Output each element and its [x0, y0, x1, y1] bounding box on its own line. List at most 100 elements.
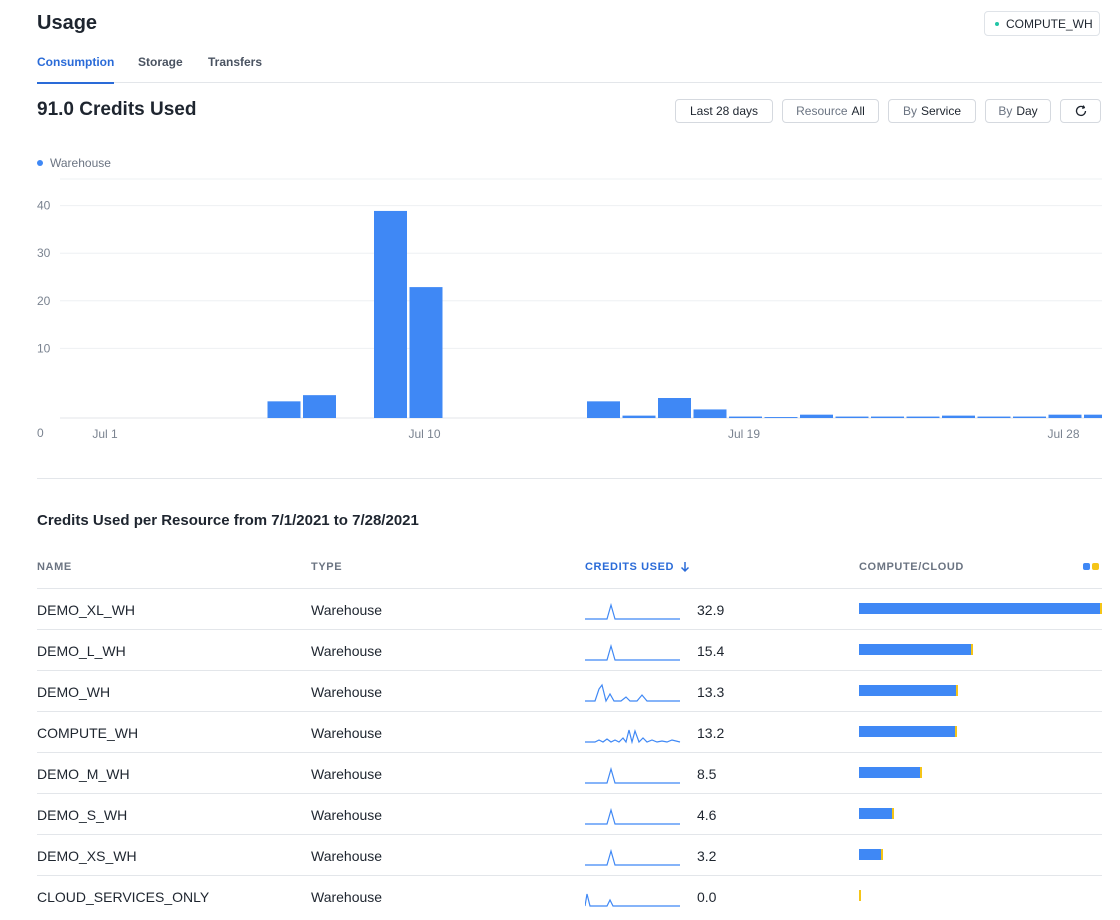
column-header-name[interactable]: NAME [37, 561, 72, 573]
table-row[interactable]: CLOUD_SERVICES_ONLY Warehouse 0.0 [37, 875, 1102, 916]
tab-consumption[interactable]: Consumption [37, 55, 115, 84]
table-row[interactable]: COMPUTE_WH Warehouse 13.2 [37, 711, 1102, 752]
credits-bar-chart: 01020304050Jul 1Jul 10Jul 19Jul 28 [37, 178, 1102, 441]
chart-bar [622, 415, 656, 418]
cloud-bar [892, 808, 894, 819]
credits-value: 8.5 [697, 766, 717, 782]
chart-bar [693, 409, 727, 418]
resource-type: Warehouse [311, 643, 383, 659]
sparkline-path [585, 893, 680, 907]
chart-bar [587, 401, 620, 418]
credits-sparkline [585, 643, 680, 661]
resource-name: DEMO_XL_WH [37, 602, 136, 618]
group-by-button[interactable]: By Service [888, 99, 976, 123]
cloud-bar [920, 767, 922, 778]
credits-value: 32.9 [697, 602, 725, 618]
chart-bar [835, 416, 869, 418]
x-tick-label: Jul 19 [728, 427, 760, 441]
credits-value: 4.6 [697, 807, 717, 823]
credits-sparkline [585, 683, 680, 703]
resource-name: DEMO_WH [37, 684, 111, 700]
column-header-compute-cloud[interactable]: COMPUTE/CLOUD [859, 561, 964, 573]
warehouse-selector-label: COMPUTE_WH [1006, 16, 1093, 31]
cloud-swatch [1092, 563, 1099, 570]
credits-sparkline [585, 729, 681, 745]
compute-bar [859, 767, 921, 778]
legend-label-warehouse: Warehouse [50, 156, 111, 170]
resource-name: DEMO_L_WH [37, 643, 126, 659]
credits-value: 0.0 [697, 889, 717, 905]
section-divider [37, 478, 1102, 479]
resource-name: DEMO_XS_WH [37, 848, 137, 864]
resource-type: Warehouse [311, 725, 383, 741]
chart-bar [1084, 414, 1102, 418]
y-tick-label: 0 [37, 426, 44, 440]
resource-filter-label: Resource [796, 104, 848, 118]
table-title: Credits Used per Resource from 7/1/2021 … [37, 512, 419, 529]
status-dot-icon [995, 21, 999, 26]
column-header-type[interactable]: TYPE [311, 561, 342, 573]
chart-bar [764, 417, 798, 418]
chart-bar [977, 416, 1011, 418]
cloud-bar [971, 644, 973, 655]
compute-bar [859, 808, 893, 819]
tab-transfers[interactable]: Transfers [208, 55, 262, 83]
resource-name: DEMO_M_WH [37, 766, 130, 782]
sparkline-path [585, 643, 680, 661]
table-row[interactable]: DEMO_S_WH Warehouse 4.6 [37, 793, 1102, 834]
cloud-bar [881, 849, 883, 860]
resource-name: COMPUTE_WH [37, 725, 139, 741]
sparkline-path [585, 602, 680, 620]
table-row[interactable]: DEMO_M_WH Warehouse 8.5 [37, 752, 1102, 793]
resource-type: Warehouse [311, 889, 383, 905]
resource-type: Warehouse [311, 766, 383, 782]
y-tick-label: 30 [37, 246, 51, 260]
resource-filter-value: All [851, 104, 865, 118]
table-row[interactable]: DEMO_XL_WH Warehouse 32.9 [37, 588, 1102, 629]
table-row[interactable]: DEMO_WH Warehouse 13.3 [37, 670, 1102, 711]
resource-filter-button[interactable]: Resource All [782, 99, 879, 123]
compute-swatch [1083, 563, 1090, 570]
table-row[interactable]: DEMO_XS_WH Warehouse 3.2 [37, 834, 1102, 875]
column-header-credits-label: CREDITS USED [585, 561, 675, 573]
column-header-credits[interactable]: CREDITS USED [585, 561, 690, 573]
sparkline-path [585, 807, 680, 825]
x-tick-label: Jul 10 [408, 427, 440, 441]
warehouse-selector[interactable]: COMPUTE_WH [984, 11, 1100, 36]
sparkline-path [585, 683, 680, 703]
interval-button[interactable]: By Day [985, 99, 1051, 123]
y-tick-label: 10 [37, 341, 51, 355]
credits-sparkline [585, 807, 680, 825]
compute-bar [859, 726, 956, 737]
chart-bar [1013, 416, 1046, 418]
resource-type: Warehouse [311, 684, 383, 700]
x-tick-label: Jul 1 [92, 427, 118, 441]
chart-bar [871, 416, 904, 418]
group-by-label: By [902, 104, 917, 118]
resource-name: CLOUD_SERVICES_ONLY [37, 889, 210, 905]
interval-label: By [998, 104, 1013, 118]
interval-value: Day [1016, 104, 1038, 118]
compute-bar [859, 685, 957, 696]
legend-swatch-warehouse [37, 160, 43, 166]
y-tick-label: 40 [37, 199, 51, 213]
credits-value: 13.3 [697, 684, 725, 700]
compute-cloud-legend [1083, 563, 1101, 570]
chart-bar [1048, 414, 1082, 418]
compute-bar [859, 603, 1101, 614]
chart-bar [906, 416, 940, 418]
credits-value: 13.2 [697, 725, 725, 741]
credits-value: 15.4 [697, 643, 725, 659]
usage-tabs: Consumption Storage Transfers [37, 55, 1102, 84]
resource-type: Warehouse [311, 848, 383, 864]
tab-storage[interactable]: Storage [138, 55, 183, 83]
x-tick-label: Jul 28 [1047, 427, 1079, 441]
refresh-button[interactable] [1060, 99, 1101, 123]
resource-name: DEMO_S_WH [37, 807, 128, 823]
cloud-bar [859, 890, 861, 901]
credits-sparkline [585, 848, 680, 866]
table-row[interactable]: DEMO_L_WH Warehouse 15.4 [37, 629, 1102, 670]
sparkline-path [585, 848, 680, 866]
chart-bar [267, 401, 301, 418]
date-range-button[interactable]: Last 28 days [675, 99, 773, 123]
